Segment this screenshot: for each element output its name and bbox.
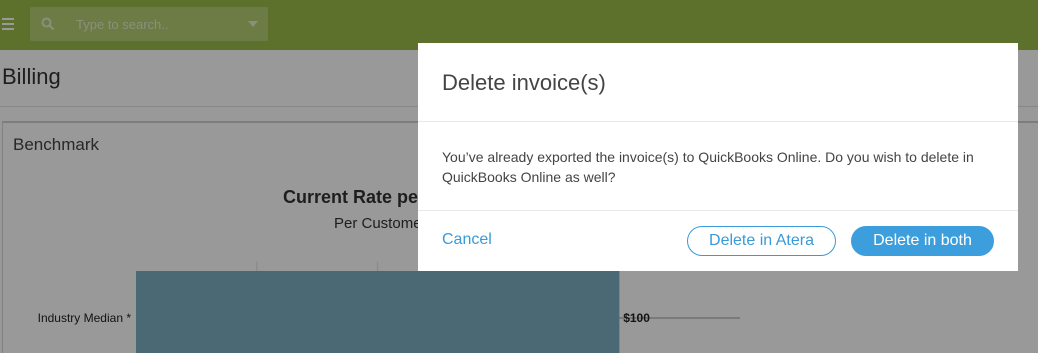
delete-in-atera-button[interactable]: Delete in Atera xyxy=(687,226,836,256)
dialog-message: You’ve already exported the invoice(s) t… xyxy=(442,149,974,185)
cancel-link[interactable]: Cancel xyxy=(442,231,492,249)
delete-invoice-dialog: Delete invoice(s) You’ve already exporte… xyxy=(418,43,1018,271)
delete-in-both-button[interactable]: Delete in both xyxy=(851,226,994,256)
dialog-footer-divider xyxy=(418,210,1018,211)
app-window: Billing Benchmark Current Rate pe Per Cu… xyxy=(0,0,1038,353)
dialog-header: Delete invoice(s) xyxy=(418,43,1018,122)
dialog-title: Delete invoice(s) xyxy=(442,70,606,95)
